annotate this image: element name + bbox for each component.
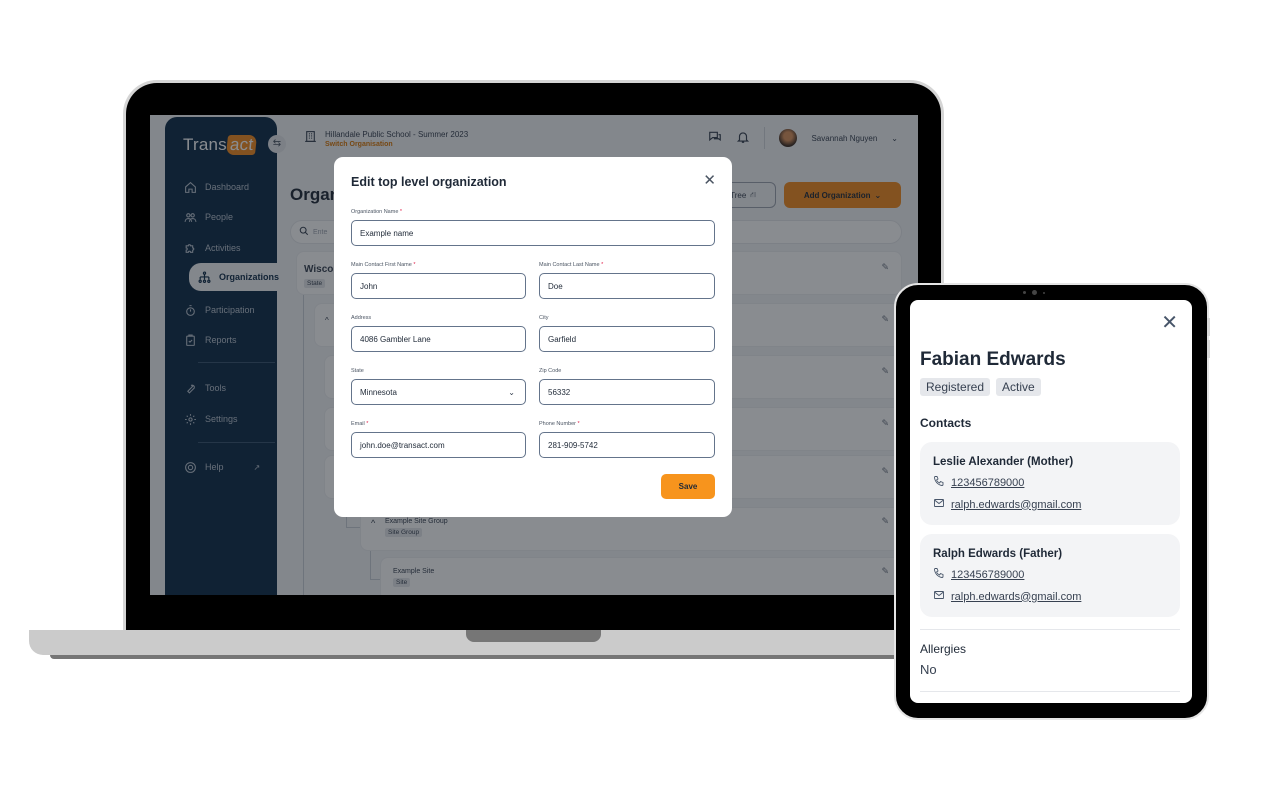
zip-code-input[interactable]: 56332 (539, 379, 715, 405)
zip-code-field: Zip Code 56332 (539, 368, 715, 405)
status-badge: Registered (920, 378, 991, 396)
email-link[interactable]: ralph.edwards@gmail.com (951, 591, 1081, 603)
organization-name-input[interactable]: Example name (351, 220, 715, 246)
allergies-heading: Allergies (920, 642, 967, 656)
close-icon[interactable]: ✕ (1161, 310, 1178, 335)
phone-link[interactable]: 123456789000 (951, 477, 1024, 489)
state-field: State Minnesota ⌄ (351, 368, 526, 405)
city-field: City Garfield (539, 315, 715, 352)
tablet-button (1207, 318, 1210, 336)
field-label: Email * (351, 421, 369, 427)
close-icon[interactable]: ✕ (703, 171, 716, 189)
state-select-value: Minnesota (360, 387, 397, 397)
tablet-button (1207, 340, 1210, 358)
field-label: Organization Name * (351, 209, 403, 215)
contact-card: Leslie Alexander (Mother) 123456789000 r… (920, 442, 1180, 525)
email-link[interactable]: ralph.edwards@gmail.com (951, 499, 1081, 511)
field-label: Phone Number * (539, 421, 580, 427)
divider (920, 691, 1180, 692)
contact-name: Leslie Alexander (Mother) (933, 456, 1074, 468)
field-label: Main Contact Last Name * (539, 262, 604, 268)
address-input[interactable]: 4086 Gambler Lane (351, 326, 526, 352)
last-name-field: Main Contact Last Name * Doe (539, 262, 715, 299)
address-field: Address 4086 Gambler Lane (351, 315, 526, 352)
organization-name-field: Organization Name * Example name (351, 209, 715, 246)
email-field: Email * john.doe@transact.com (351, 421, 526, 458)
divider (920, 629, 1180, 630)
field-label: Address (351, 315, 372, 321)
mail-icon (933, 497, 945, 512)
contact-email: ralph.edwards@gmail.com (933, 497, 1081, 512)
email-input[interactable]: john.doe@transact.com (351, 432, 526, 458)
field-label: Main Contact First Name * (351, 262, 416, 268)
mail-icon (933, 589, 945, 604)
contact-card: Ralph Edwards (Father) 123456789000 ralp… (920, 534, 1180, 617)
save-button[interactable]: Save (661, 474, 715, 499)
status-badge: Active (996, 378, 1041, 396)
phone-number-field: Phone Number * 281-909-5742 (539, 421, 715, 458)
contact-phone: 123456789000 (933, 567, 1024, 582)
first-name-field: Main Contact First Name * John (351, 262, 526, 299)
phone-number-input[interactable]: 281-909-5742 (539, 432, 715, 458)
city-input[interactable]: Garfield (539, 326, 715, 352)
field-label: State (351, 368, 364, 374)
tablet-screen: ✕ Fabian Edwards Registered Active Conta… (910, 300, 1192, 703)
laptop-base-shadow (50, 655, 924, 659)
phone-link[interactable]: 123456789000 (951, 569, 1024, 581)
last-name-input[interactable]: Doe (539, 273, 715, 299)
first-name-input[interactable]: John (351, 273, 526, 299)
field-label: City (539, 315, 549, 321)
state-select[interactable]: Minnesota ⌄ (351, 379, 526, 405)
phone-icon (933, 567, 945, 582)
edit-organization-modal: Edit top level organization ✕ Organizati… (334, 157, 732, 517)
status-badges: Registered Active (920, 378, 1041, 396)
modal-title: Edit top level organization (351, 175, 507, 189)
phone-icon (933, 475, 945, 490)
laptop-screen: Transact Dashboard People Activities Org… (150, 115, 918, 595)
contacts-heading: Contacts (920, 416, 972, 430)
participant-name: Fabian Edwards (920, 349, 1066, 370)
contact-name: Ralph Edwards (Father) (933, 548, 1063, 560)
contact-email: ralph.edwards@gmail.com (933, 589, 1081, 604)
tablet-camera (1023, 290, 1045, 295)
contact-phone: 123456789000 (933, 475, 1024, 490)
chevron-down-icon: ⌄ (508, 387, 515, 397)
allergies-value: No (920, 662, 937, 677)
laptop-notch (466, 630, 601, 642)
field-label: Zip Code (539, 368, 562, 374)
